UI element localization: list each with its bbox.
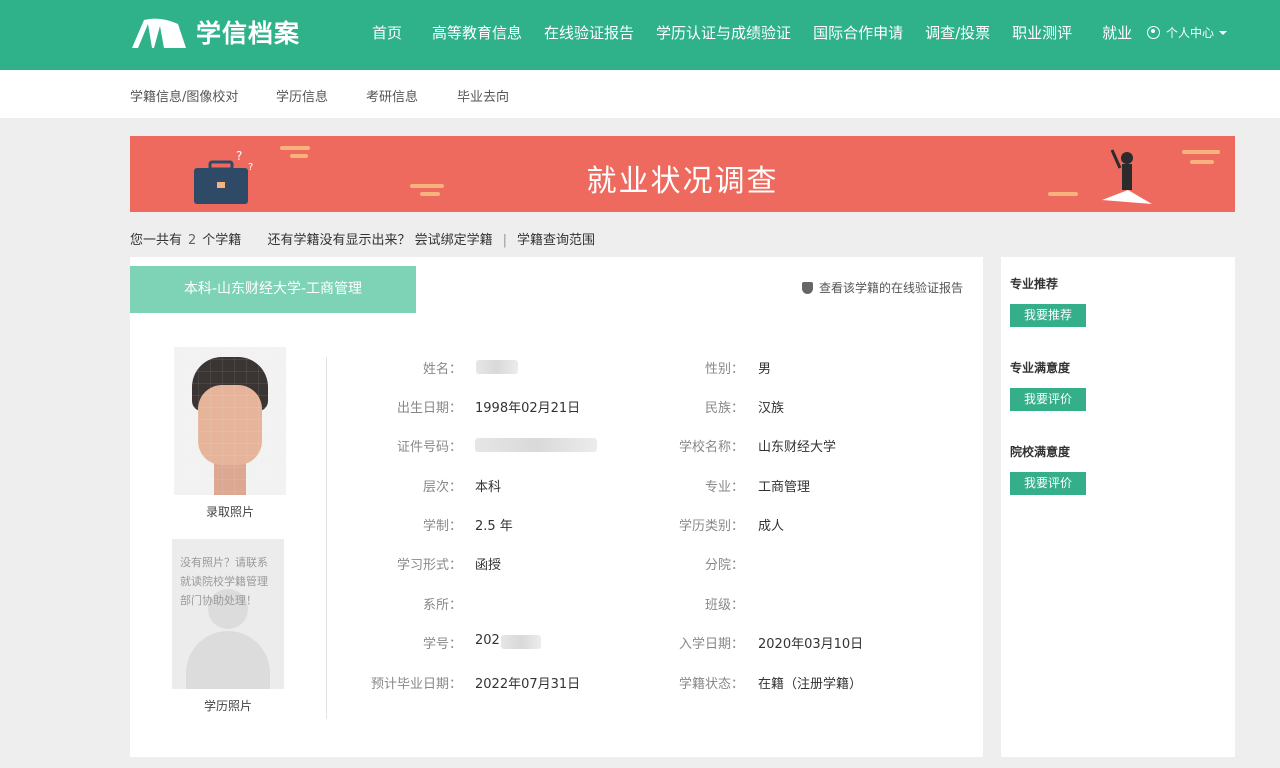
field-label-id-number: 证件号码：: [396, 440, 462, 455]
divider: [326, 357, 327, 719]
nav-career-test[interactable]: 职业测评: [1012, 22, 1072, 43]
field-value-degree-type: 成人: [758, 519, 785, 534]
section-title-major-recommend: 专业推荐: [1010, 277, 1059, 291]
redacted-id-number: [475, 438, 597, 452]
section-title-major-satisfaction: 专业满意度: [1010, 361, 1071, 375]
field-label-expected-graduation: 预计毕业日期：: [370, 677, 462, 692]
query-scope-link[interactable]: 学籍查询范围: [517, 233, 595, 248]
nav-online-verification[interactable]: 在线验证报告: [544, 22, 634, 43]
shield-icon: [801, 281, 813, 294]
rate-major-button[interactable]: 我要评价: [1010, 388, 1086, 411]
banner-title: 就业状况调查: [586, 164, 779, 199]
field-label-ethnicity: 民族：: [704, 401, 744, 416]
rate-school-button[interactable]: 我要评价: [1010, 472, 1086, 495]
no-photo-message: 没有照片？请联系就读院校学籍管理部门协助处理！: [180, 556, 268, 607]
pixelation-overlay: [174, 347, 286, 495]
field-label-duration: 学制：: [422, 519, 462, 534]
redacted-student-id: [501, 635, 541, 649]
field-value-major: 工商管理: [758, 480, 811, 495]
admission-photo-caption: 录取照片: [205, 505, 254, 519]
field-value-birthdate: 1998年02月21日: [475, 401, 581, 416]
verification-report-link[interactable]: 查看该学籍的在线验证报告: [801, 279, 963, 296]
field-value-expected-graduation: 2022年07月31日: [475, 677, 581, 692]
employment-survey-banner[interactable]: ? ? 就业状况调查: [130, 136, 1235, 212]
record-count-prefix: 您一共有: [130, 233, 183, 248]
evaluation-sidebar: 专业推荐 我要推荐 专业满意度 我要评价 院校满意度 我要评价: [1001, 257, 1235, 757]
field-label-record-status: 学籍状态：: [678, 677, 744, 692]
record-count-line: 您一共有 2 个学籍 还有学籍没有显示出来？ 尝试绑定学籍 | 学籍查询范围: [130, 229, 595, 248]
field-label-level: 层次：: [422, 480, 462, 495]
field-label-degree-type: 学历类别：: [678, 519, 744, 534]
field-value-record-status: 在籍（注册学籍）: [758, 677, 863, 692]
field-value-student-id: 202: [475, 633, 500, 648]
degree-photo-block: 没有照片？请联系就读院校学籍管理部门协助处理！ 学历照片: [172, 539, 284, 714]
record-count-number: 2: [188, 233, 197, 248]
cloud-decoration: [1182, 150, 1220, 154]
degree-photo-placeholder: 没有照片？请联系就读院校学籍管理部门协助处理！: [172, 539, 284, 689]
nav-higher-education[interactable]: 高等教育信息: [432, 22, 522, 43]
student-record-card: 本科-山东财经大学-工商管理 查看该学籍的在线验证报告 录取照片 没有照片？请联…: [130, 257, 983, 757]
sub-nav: 学籍信息/图像校对 学历信息 考研信息 毕业去向: [0, 70, 1280, 118]
verification-report-label: 查看该学籍的在线验证报告: [818, 281, 963, 295]
field-label-enrollment-date: 入学日期：: [678, 637, 744, 652]
user-icon: [1147, 26, 1160, 39]
top-navbar: 学信档案 首页 高等教育信息 在线验证报告 学历认证与成绩验证 国际合作申请 调…: [0, 0, 1280, 70]
link-separator: |: [502, 233, 507, 248]
redacted-name: [476, 360, 518, 374]
field-value-school-name: 山东财经大学: [758, 440, 837, 455]
field-label-class: 班级：: [704, 598, 744, 613]
avatar-placeholder-body: [186, 631, 270, 689]
field-value-enrollment-date: 2020年03月10日: [758, 637, 864, 652]
field-label-name: 姓名：: [422, 362, 462, 377]
degree-photo-caption: 学历照片: [203, 699, 252, 713]
field-value-level: 本科: [475, 480, 502, 495]
main-nav: 首页 高等教育信息 在线验证报告 学历认证与成绩验证 国际合作申请 调查/投票 …: [372, 22, 1154, 43]
section-title-school-satisfaction: 院校满意度: [1010, 445, 1071, 459]
nav-employment[interactable]: 就业: [1102, 22, 1132, 43]
recommend-major-button[interactable]: 我要推荐: [1010, 304, 1086, 327]
nav-home[interactable]: 首页: [372, 22, 402, 43]
record-tab[interactable]: 本科-山东财经大学-工商管理: [130, 266, 416, 313]
subnav-status-photo[interactable]: 学籍信息/图像校对: [130, 86, 238, 105]
field-label-student-id: 学号：: [422, 637, 462, 652]
field-value-gender: 男: [758, 362, 772, 377]
record-count-suffix: 个学籍: [202, 233, 242, 248]
field-label-study-form: 学习形式：: [396, 558, 462, 573]
field-value-study-form: 函授: [475, 558, 502, 573]
nav-international[interactable]: 国际合作申请: [813, 22, 903, 43]
subnav-graduate-destination[interactable]: 毕业去向: [457, 86, 509, 105]
field-label-gender: 性别：: [704, 362, 744, 377]
cloud-decoration: [280, 146, 310, 150]
chevron-down-icon: [1219, 30, 1228, 35]
nav-survey-vote[interactable]: 调查/投票: [925, 22, 990, 43]
brand-name: 学信档案: [196, 19, 301, 48]
brand-logo[interactable]: 学信档案: [130, 14, 300, 50]
admission-photo: [174, 347, 286, 495]
book-logo-icon: [132, 18, 186, 48]
field-value-ethnicity: 汉族: [758, 401, 785, 416]
field-label-department: 系所：: [422, 598, 462, 613]
user-center-menu[interactable]: 个人中心: [1147, 24, 1228, 41]
field-value-duration: 2.5 年: [475, 519, 513, 534]
field-label-school-name: 学校名称：: [678, 440, 744, 455]
user-center-label: 个人中心: [1166, 26, 1215, 40]
field-label-major: 专业：: [704, 480, 744, 495]
field-label-branch: 分院：: [704, 558, 744, 573]
paper-plane-figure-icon: [1102, 149, 1152, 204]
admission-photo-block: 录取照片: [174, 347, 286, 520]
bind-record-link[interactable]: 还有学籍没有显示出来？ 尝试绑定学籍: [267, 233, 492, 248]
subnav-postgrad-exam[interactable]: 考研信息: [366, 86, 418, 105]
nav-degree-certification[interactable]: 学历认证与成绩验证: [656, 22, 791, 43]
field-label-birthdate: 出生日期：: [396, 401, 462, 416]
subnav-degree-info[interactable]: 学历信息: [276, 86, 328, 105]
